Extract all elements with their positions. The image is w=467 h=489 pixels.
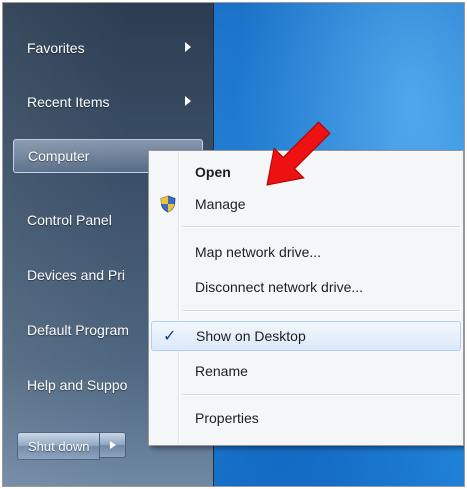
menu-item-label: Rename	[195, 363, 248, 379]
red-annotation-arrow-icon	[266, 121, 331, 186]
menu-item-properties[interactable]: Properties	[151, 403, 461, 433]
shutdown-button[interactable]: Shut down	[17, 432, 101, 460]
chevron-right-icon	[109, 441, 116, 449]
menu-separator	[183, 310, 459, 312]
submenu-arrow-icon	[185, 42, 191, 52]
menu-item-rename[interactable]: Rename	[151, 356, 461, 386]
shutdown-control: Shut down	[17, 432, 127, 460]
start-item-favorites[interactable]: Favorites	[13, 31, 203, 65]
menu-separator	[183, 394, 459, 396]
menu-item-map-network-drive[interactable]: Map network drive...	[151, 237, 461, 267]
start-item-label: Favorites	[27, 40, 85, 56]
menu-item-label: Properties	[195, 410, 259, 426]
menu-item-label: Disconnect network drive...	[195, 279, 364, 295]
start-item-label: Recent Items	[27, 94, 110, 110]
submenu-arrow-icon	[185, 96, 191, 106]
menu-separator	[183, 226, 459, 228]
menu-item-label: Manage	[195, 196, 246, 212]
uac-shield-icon	[160, 195, 176, 213]
checkmark-icon: ✓	[163, 326, 177, 345]
start-item-label: Help and Suppo	[27, 377, 128, 393]
start-item-recent-items[interactable]: Recent Items	[13, 85, 203, 119]
menu-item-label: Open	[195, 164, 231, 180]
menu-item-show-on-desktop[interactable]: ✓ Show on Desktop	[151, 321, 461, 351]
start-item-label: Computer	[28, 148, 90, 164]
menu-item-disconnect-network-drive[interactable]: Disconnect network drive...	[151, 272, 461, 302]
start-item-label: Control Panel	[27, 212, 112, 228]
screenshot-frame: Favorites Recent Items Computer Control …	[2, 2, 465, 487]
start-item-label: Devices and Pri	[27, 267, 126, 283]
menu-item-label: Map network drive...	[195, 244, 322, 260]
menu-item-label: Show on Desktop	[196, 328, 306, 344]
start-item-label: Default Program	[27, 322, 129, 338]
shutdown-options-button[interactable]	[100, 432, 127, 458]
